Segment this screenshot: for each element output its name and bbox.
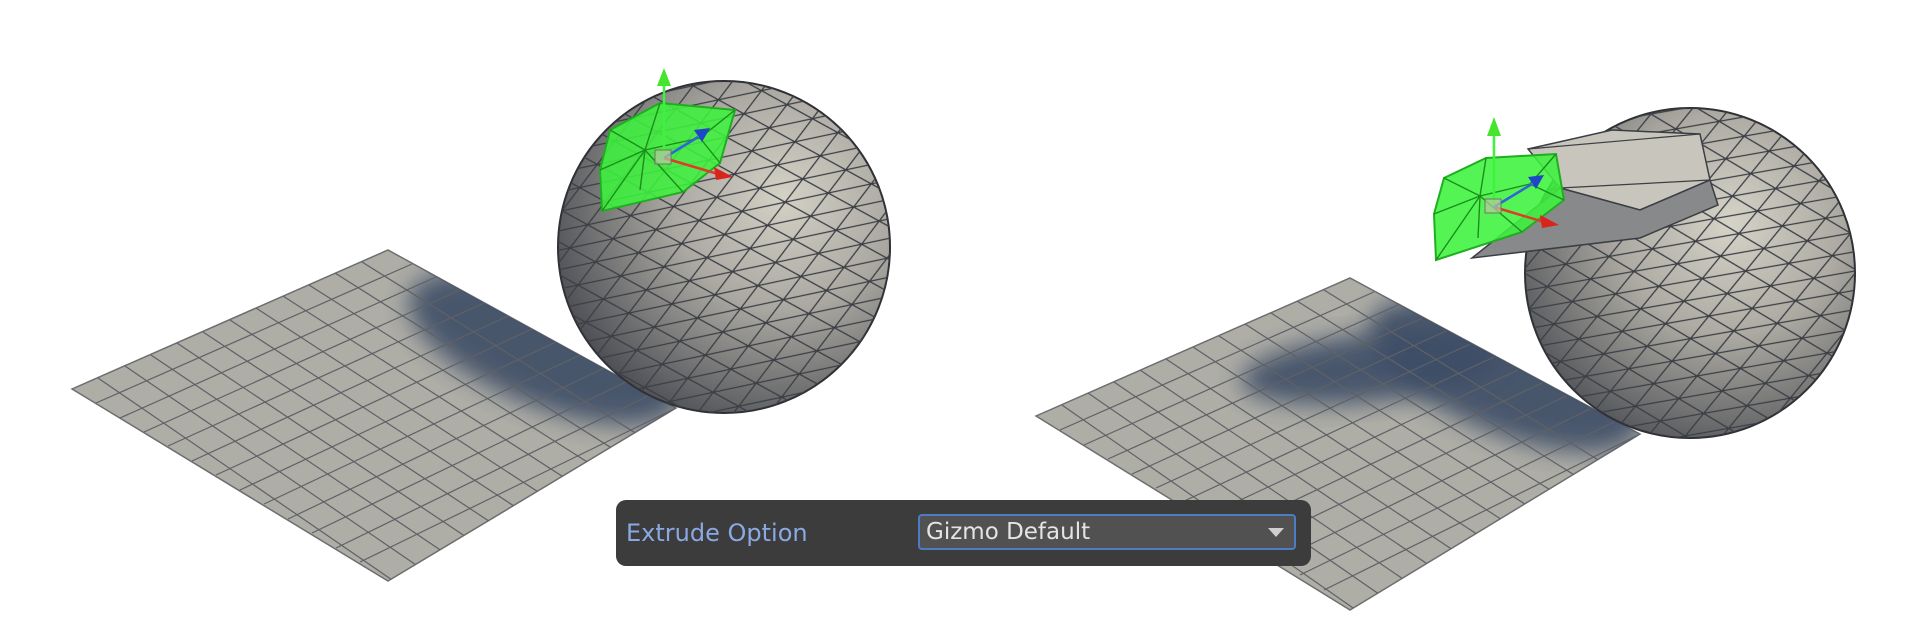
gizmo-center-handle [1484,198,1502,214]
dropdown-selected-value: Gizmo Default [926,519,1091,545]
y-axis-arrow-icon [657,68,671,86]
dropdown-arrow-icon [1268,528,1284,537]
extrude-option-label: Extrude Option [626,519,808,547]
extrude-option-dropdown[interactable]: Gizmo Default [918,514,1296,550]
extrude-option-panel: Extrude Option Gizmo Default [616,500,1311,566]
gizmo-center-handle [654,149,672,165]
y-axis-arrow-icon [1487,117,1501,136]
